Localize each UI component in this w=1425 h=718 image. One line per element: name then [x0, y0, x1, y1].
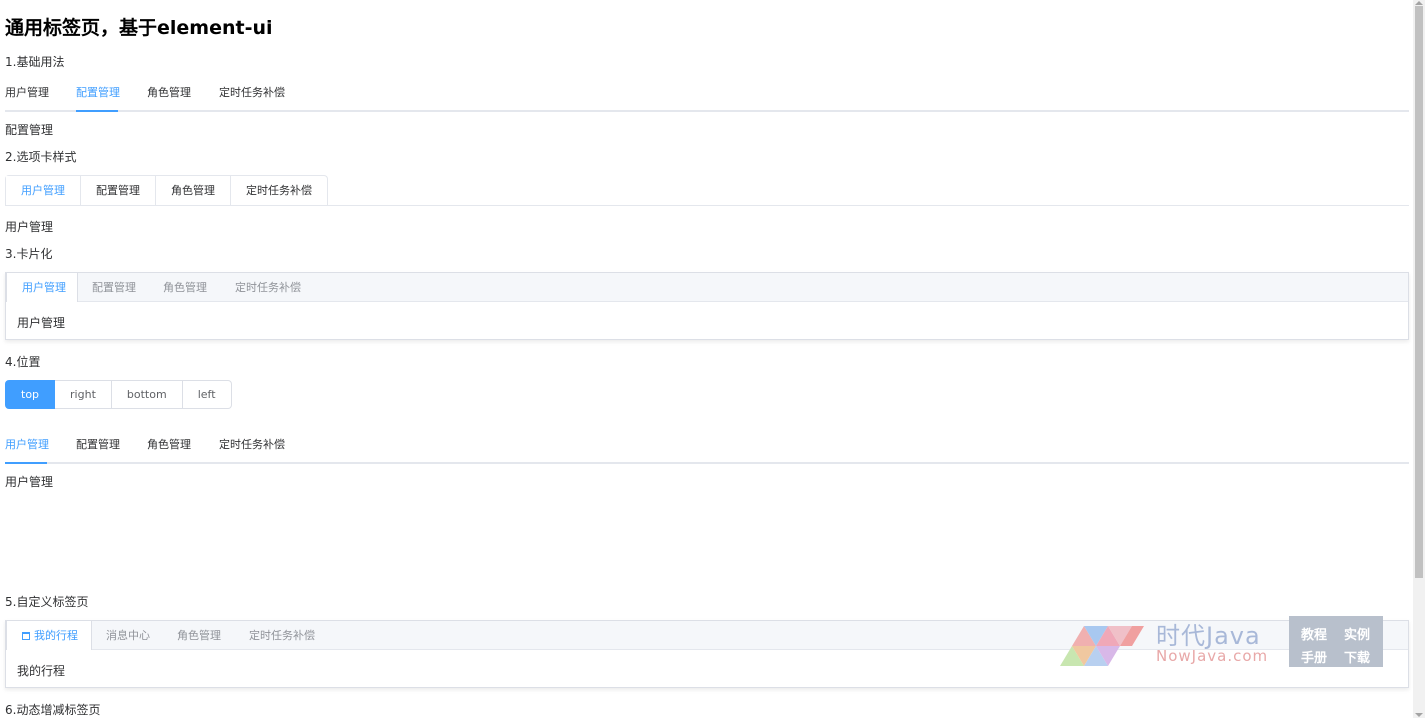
- tab-user-management[interactable]: 用户管理: [6, 273, 78, 302]
- watermark-brand: 时代Java: [1156, 622, 1261, 650]
- section-border-card-heading: 3.卡片化: [5, 247, 53, 261]
- tab-user-management[interactable]: 用户管理: [5, 432, 49, 462]
- basic-tab-content: 配置管理: [5, 123, 54, 137]
- position-left-button[interactable]: left: [182, 380, 232, 409]
- tab-scheduled-task[interactable]: 定时任务补偿: [230, 176, 327, 205]
- border-card: 用户管理 配置管理 角色管理 定时任务补偿 用户管理: [5, 272, 1409, 340]
- position-tab-content: 用户管理: [5, 475, 54, 489]
- watermark-link-tutorial[interactable]: 教程: [1301, 624, 1327, 643]
- tab-role-management[interactable]: 角色管理: [177, 621, 221, 650]
- card-style-tabs: 用户管理 配置管理 角色管理 定时任务补偿: [5, 175, 1409, 206]
- tab-my-schedule-label: 我的行程: [34, 629, 78, 642]
- section-basic-heading: 1.基础用法: [5, 55, 65, 69]
- tab-scheduled-task[interactable]: 定时任务补偿: [219, 432, 285, 462]
- calendar-icon: [22, 632, 30, 640]
- section-position-heading: 4.位置: [5, 355, 41, 369]
- tab-role-management[interactable]: 角色管理: [163, 273, 207, 302]
- card-style-tab-content: 用户管理: [5, 220, 54, 234]
- page-title: 通用标签页，基于element-ui: [5, 17, 273, 39]
- basic-tabs: 用户管理 配置管理 角色管理 定时任务补偿: [5, 80, 1409, 112]
- page: 通用标签页，基于element-ui 1.基础用法 用户管理 配置管理 角色管理…: [0, 0, 1413, 718]
- tab-my-schedule[interactable]: 我的行程: [6, 621, 92, 650]
- scrollbar-thumb[interactable]: [1415, 6, 1423, 578]
- logo-triangles-icon: [1060, 626, 1144, 666]
- tab-scheduled-task[interactable]: 定时任务补偿: [249, 621, 315, 650]
- tab-scheduled-task[interactable]: 定时任务补偿: [235, 273, 301, 302]
- vertical-scrollbar[interactable]: [1413, 0, 1425, 718]
- section-custom-heading: 5.自定义标签页: [5, 595, 89, 609]
- active-tab-indicator: [76, 110, 118, 112]
- position-top-button[interactable]: top: [5, 380, 56, 409]
- watermark-links-box: 教程 实例 手册 下载: [1289, 616, 1383, 667]
- watermark-link-examples[interactable]: 实例: [1344, 624, 1370, 643]
- tab-config-management[interactable]: 配置管理: [92, 273, 136, 302]
- border-card-header: 用户管理 配置管理 角色管理 定时任务补偿: [6, 273, 1408, 302]
- tab-config-management[interactable]: 配置管理: [76, 432, 120, 462]
- tab-config-management[interactable]: 配置管理: [80, 176, 155, 205]
- tab-user-management[interactable]: 用户管理: [5, 80, 49, 110]
- border-card-content: 用户管理: [17, 316, 66, 330]
- watermark-link-manual[interactable]: 手册: [1301, 647, 1327, 666]
- tab-role-management[interactable]: 角色管理: [147, 80, 191, 110]
- scroll-down-icon[interactable]: [1415, 713, 1423, 717]
- tab-message-center[interactable]: 消息中心: [106, 621, 150, 650]
- tab-config-management[interactable]: 配置管理: [76, 80, 120, 110]
- position-bottom-button[interactable]: bottom: [111, 380, 183, 409]
- tab-role-management[interactable]: 角色管理: [147, 432, 191, 462]
- watermark-link-download[interactable]: 下载: [1344, 647, 1370, 666]
- section-dynamic-heading: 6.动态增减标签页: [5, 703, 101, 717]
- position-tabs: 用户管理 配置管理 角色管理 定时任务补偿: [5, 432, 1409, 464]
- section-card-style-heading: 2.选项卡样式: [5, 150, 77, 164]
- nowjava-watermark: 时代Java NowJava.com 教程 实例 手册 下载: [1060, 616, 1390, 668]
- tab-user-management[interactable]: 用户管理: [6, 176, 80, 205]
- watermark-site: NowJava.com: [1156, 647, 1269, 665]
- custom-card-content: 我的行程: [17, 664, 66, 678]
- position-radio-group: top right bottom left: [5, 380, 232, 409]
- scroll-up-icon[interactable]: [1415, 1, 1423, 5]
- tab-role-management[interactable]: 角色管理: [155, 176, 230, 205]
- card-tab-list: 用户管理 配置管理 角色管理 定时任务补偿: [5, 175, 328, 205]
- tab-scheduled-task[interactable]: 定时任务补偿: [219, 80, 285, 110]
- active-tab-indicator: [5, 462, 47, 464]
- position-right-button[interactable]: right: [55, 380, 112, 409]
